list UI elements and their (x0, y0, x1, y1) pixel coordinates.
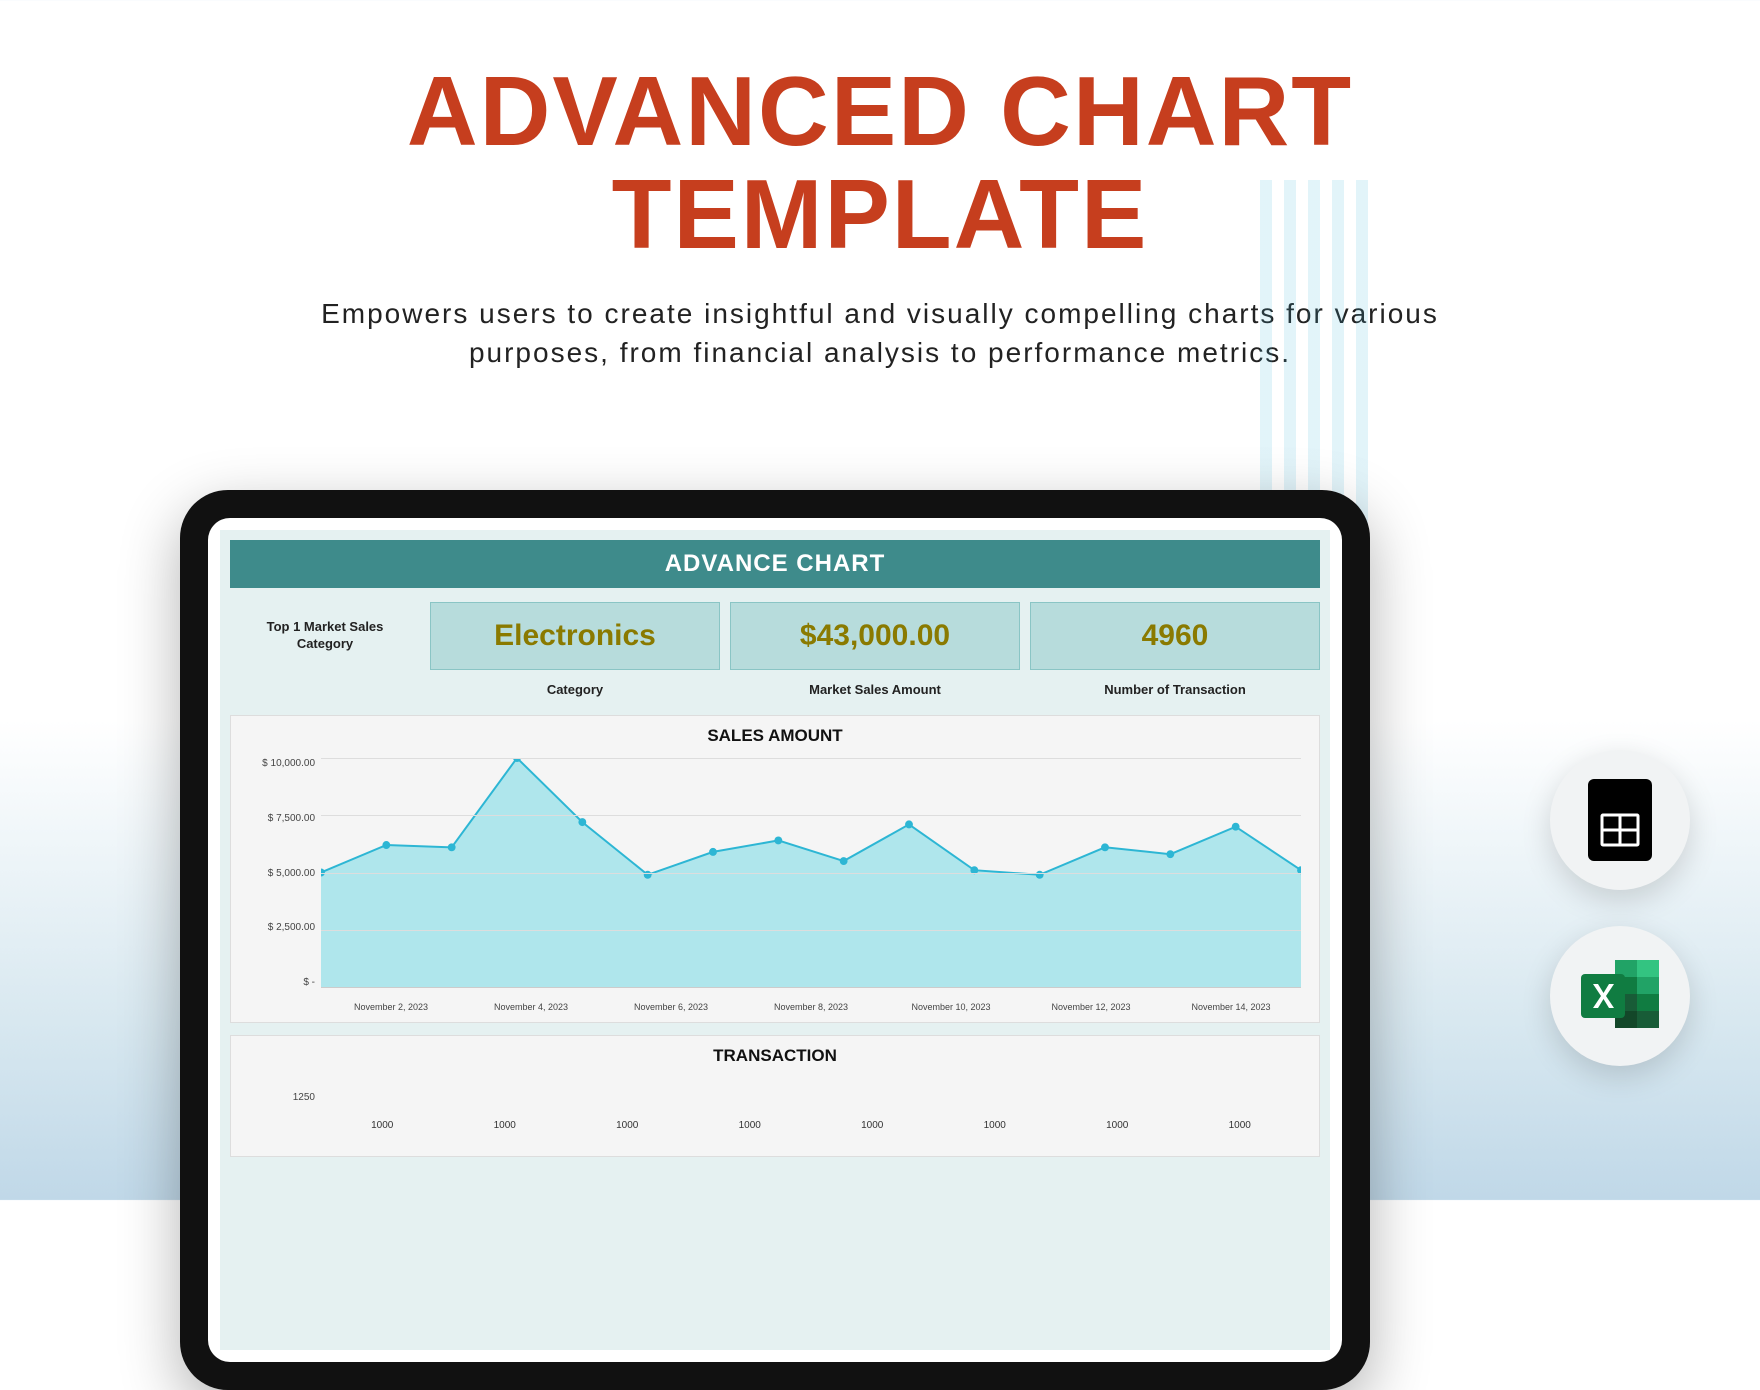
sales-amount-chart: SALES AMOUNT $ 10,000.00 $ 7,500.00 $ 5,… (230, 715, 1320, 1023)
y-tick: 1250 (249, 1092, 315, 1103)
chart-title-sales: SALES AMOUNT (231, 716, 1319, 752)
bar-data-label: 1000 (934, 1120, 1057, 1131)
sales-x-axis: November 2, 2023 November 4, 2023 Novemb… (231, 996, 1319, 1022)
transaction-y-axis: 1250 (249, 1078, 321, 1148)
y-tick: $ 7,500.00 (249, 813, 315, 824)
transaction-chart: TRANSACTION 1250 10001000100010001000100… (230, 1035, 1320, 1157)
sales-plot-wrap: $ 10,000.00 $ 7,500.00 $ 5,000.00 $ 2,50… (231, 752, 1319, 996)
chart-title-transaction: TRANSACTION (231, 1036, 1319, 1072)
x-tick: November 2, 2023 (321, 1002, 461, 1012)
y-tick: $ 2,500.00 (249, 922, 315, 933)
kpi-card-amount: $43,000.00 (730, 602, 1020, 670)
app-badges (1550, 750, 1690, 1066)
kpi-label-amount: Market Sales Amount (730, 676, 1020, 703)
bar-data-label: 1000 (689, 1120, 812, 1131)
transaction-plot-wrap: 1250 10001000100010001000100010001000 (231, 1072, 1319, 1156)
bar-data-label: 1000 (321, 1120, 444, 1131)
bar-data-label: 1000 (566, 1120, 689, 1131)
sales-plot-area (321, 758, 1301, 988)
microsoft-excel-icon (1550, 926, 1690, 1066)
y-tick: $ 5,000.00 (249, 868, 315, 879)
spacer (230, 676, 420, 703)
x-tick: November 14, 2023 (1161, 1002, 1301, 1012)
page-title: ADVANCED CHART TEMPLATE (0, 60, 1760, 266)
kpi-row: Top 1 Market Sales Category Electronics … (230, 602, 1320, 670)
tablet-frame: ADVANCE CHART Top 1 Market Sales Categor… (180, 490, 1370, 1390)
x-tick: November 4, 2023 (461, 1002, 601, 1012)
transaction-plot-area: 10001000100010001000100010001000 (321, 1078, 1301, 1148)
sales-y-axis: $ 10,000.00 $ 7,500.00 $ 5,000.00 $ 2,50… (249, 758, 321, 988)
y-tick: $ - (249, 977, 315, 988)
tablet-screen: ADVANCE CHART Top 1 Market Sales Categor… (208, 518, 1342, 1362)
kpi-card-category: Electronics (430, 602, 720, 670)
x-tick: November 6, 2023 (601, 1002, 741, 1012)
title-line-2: TEMPLATE (612, 159, 1149, 269)
kpi-label-transactions: Number of Transaction (1030, 676, 1320, 703)
y-tick: $ 10,000.00 (249, 758, 315, 769)
bar-data-label: 1000 (1179, 1120, 1302, 1131)
google-sheets-icon (1550, 750, 1690, 890)
bar-data-label: 1000 (1056, 1120, 1179, 1131)
kpi-row-label: Top 1 Market Sales Category (230, 602, 420, 670)
kpi-card-transactions: 4960 (1030, 602, 1320, 670)
x-tick: November 10, 2023 (881, 1002, 1021, 1012)
x-tick: November 12, 2023 (1021, 1002, 1161, 1012)
bar-data-label: 1000 (444, 1120, 567, 1131)
title-line-1: ADVANCED CHART (407, 56, 1353, 166)
kpi-label-category: Category (430, 676, 720, 703)
x-tick: November 8, 2023 (741, 1002, 881, 1012)
dashboard: ADVANCE CHART Top 1 Market Sales Categor… (220, 530, 1330, 1350)
bar-data-label: 1000 (811, 1120, 934, 1131)
dashboard-banner: ADVANCE CHART (230, 540, 1320, 588)
kpi-label-row: Category Market Sales Amount Number of T… (230, 676, 1320, 703)
